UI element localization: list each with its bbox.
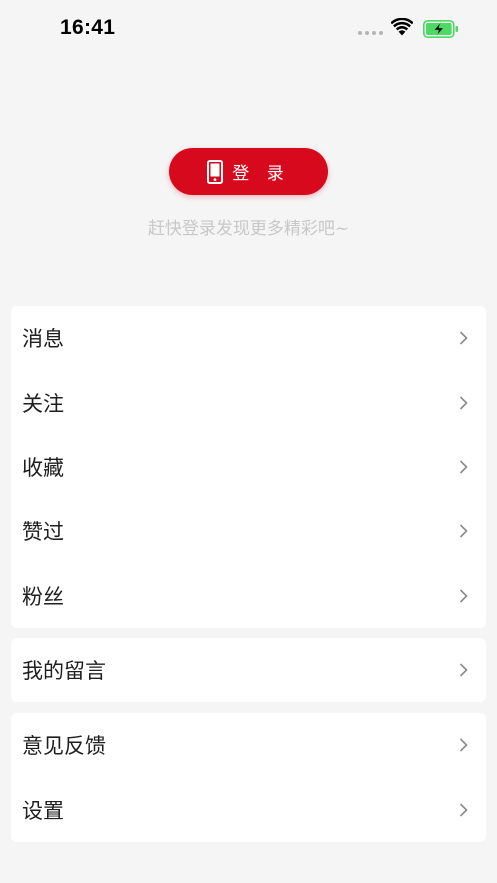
menu-item-label: 设置 [22, 798, 64, 823]
chevron-right-icon [459, 738, 468, 752]
chevron-right-icon [459, 803, 468, 817]
status-bar: 16:41 [0, 0, 497, 58]
menu-item-label: 消息 [22, 327, 64, 352]
menu-item-label: 意见反馈 [22, 734, 106, 759]
menu-item-label: 我的留言 [22, 659, 106, 683]
chevron-right-icon [459, 589, 468, 603]
login-button-label: 登 录 [232, 164, 290, 184]
chevron-right-icon [459, 396, 468, 410]
menu-group-settings: 意见反馈 设置 [11, 713, 486, 842]
chevron-right-icon [459, 331, 468, 345]
chevron-right-icon [459, 460, 468, 474]
chevron-right-icon [459, 663, 468, 677]
wifi-icon [391, 18, 413, 36]
phone-icon [207, 159, 224, 184]
menu-item-favorites[interactable]: 收藏 [11, 435, 486, 499]
menu-group-social: 消息 关注 收藏 赞过 粉丝 [11, 306, 486, 628]
status-time: 16:41 [60, 16, 116, 39]
login-button[interactable]: 登 录 [169, 148, 328, 195]
menu-group-comments: 我的留言 [11, 638, 486, 702]
menu-item-settings[interactable]: 设置 [11, 778, 486, 843]
menu-item-label: 粉丝 [22, 584, 64, 609]
menu-item-fans[interactable]: 粉丝 [11, 564, 486, 628]
menu-item-my-comments[interactable]: 我的留言 [11, 638, 486, 702]
login-hint: 赶快登录发现更多精彩吧~ [147, 219, 350, 239]
menu-item-messages[interactable]: 消息 [11, 306, 486, 370]
menu-item-feedback[interactable]: 意见反馈 [11, 713, 486, 778]
cellular-signal-icon [358, 31, 384, 37]
menu-item-label: 收藏 [22, 455, 64, 480]
menu-item-label: 赞过 [22, 520, 64, 545]
menu-item-label: 关注 [22, 391, 64, 416]
chevron-right-icon [459, 524, 468, 538]
menu-item-liked[interactable]: 赞过 [11, 499, 486, 563]
battery-charging-icon [423, 20, 458, 38]
menu-item-following[interactable]: 关注 [11, 370, 486, 434]
